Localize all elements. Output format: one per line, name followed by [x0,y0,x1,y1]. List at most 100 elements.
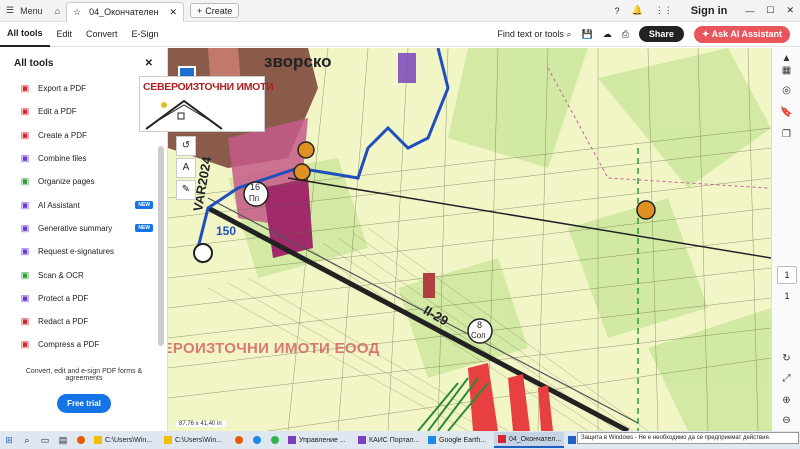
window-controls: ? 🔔 ⋮⋮ Sign in — ☐ ✕ [608,0,800,22]
page-size-status: 87,76 x 41,40 in [176,421,225,427]
create-label: Create [205,5,233,16]
page-current[interactable]: 1 [777,266,797,284]
tool-item[interactable]: ▣ Combine files [0,147,167,170]
combine-icon: ▣ [20,153,30,164]
comments-icon[interactable]: ◎ [780,84,793,97]
copy-icon[interactable]: ❐ [780,128,793,141]
tool-label: Combine files [38,154,87,164]
search-icon: ⌕ [566,28,572,39]
help-icon[interactable]: ? [608,6,625,16]
tool-label: AI Assistant [38,200,80,210]
app-icon [568,436,576,444]
menu-esign[interactable]: E-Sign [125,22,166,47]
home-icon: ⌂ [54,5,61,16]
new-badge: NEW [135,201,153,210]
draw-tool-button[interactable]: ✎ [176,180,196,200]
tool-label: Edit a PDF [38,107,77,117]
menu-all-tools[interactable]: All tools [0,22,50,47]
tool-label: Scan & OCR [38,270,84,280]
find-text-button[interactable]: Find text or tools ⌕ [497,29,571,40]
taskbar-app[interactable]: Google Earth... [424,432,494,448]
scan-icon: ▣ [20,269,30,280]
tool-item[interactable]: ▣ AI Assistant NEW [0,193,167,216]
bookmark-icon[interactable]: 🔖 [780,106,793,119]
maximize-icon[interactable]: ☐ [760,5,780,16]
pinned-app-icon[interactable] [248,431,266,449]
tool-item[interactable]: ▣ Redact a PDF [0,310,167,333]
minimize-icon[interactable]: — [739,6,760,16]
organize-icon: ▣ [20,176,30,187]
taskbar-app[interactable]: КАИС Портал... [354,432,424,448]
print-icon[interactable]: ⎙ [622,29,629,40]
menu-bar: All tools Edit Convert E-Sign Find text … [0,22,800,47]
tool-item[interactable]: ▣ Compress a PDF [0,333,167,356]
ask-ai-button[interactable]: ✦ Ask AI Assistant [693,25,790,43]
tool-label: Generative summary [38,223,113,233]
menu-label: Menu [20,5,43,16]
taskbar-app-label: C:\Users\Win... [105,436,153,444]
home-button[interactable]: ⌂ [49,0,66,22]
zoom-out-icon[interactable]: ⊖ [780,414,793,427]
panel-footer: Convert, edit and e-sign PDF forms & agr… [0,368,168,413]
menu-convert[interactable]: Convert [79,22,125,47]
panel-scrollbar[interactable] [158,146,164,346]
tool-item[interactable]: ▣ Request e-signatures [0,240,167,263]
pinned-app-icon[interactable] [230,431,248,449]
taskbar-app-label: КАИС Портал... [369,436,420,444]
fit-page-icon[interactable]: ⤢ [780,372,793,385]
document-tab[interactable]: ☆ 04_Окончателен прое... ✕ [66,1,185,22]
pinned-app-icon[interactable] [266,431,284,449]
windows-security-notice[interactable]: Защита в Windows - Не е необходимо да се… [577,432,799,444]
app-icon [253,436,261,444]
text-select-icon: A [182,162,190,173]
sign-in-button[interactable]: Sign in [679,5,740,17]
ask-ai-label: Ask AI Assistant [711,28,782,39]
tool-item[interactable]: ▣ Protect a PDF [0,287,167,310]
panel-header: All tools ✕ [0,48,167,77]
bell-icon[interactable]: 🔔 [625,5,648,16]
taskbar-app[interactable]: Управление ... [284,432,354,448]
app-icon [235,436,243,444]
taskbar-app[interactable]: C:\Users\Win... [90,432,160,448]
comment-tool-button[interactable]: ↺ [176,136,196,156]
plus-icon: + [197,5,203,16]
place-name: зворско [264,52,332,71]
apps-grid-icon[interactable]: ⋮⋮ [649,5,679,16]
app-icon [94,436,102,444]
badge-8-number: 8 [477,320,483,330]
tool-item[interactable]: ▣ Generative summary NEW [0,217,167,240]
pages-icon[interactable]: ▦ [780,64,793,77]
save-icon[interactable]: 💾 [581,29,592,40]
protect-icon: ▣ [20,292,30,303]
close-panel-icon[interactable]: ✕ [145,58,153,69]
badge-8-sub: Соп [471,331,486,340]
pinned-app-icon[interactable] [72,431,90,449]
tool-item[interactable]: ▣ Organize pages [0,170,167,193]
upload-cloud-icon[interactable]: ☁ [603,29,612,40]
taskbar-search-icon[interactable]: ⌕ [18,431,36,449]
star-icon[interactable]: ☆ [73,7,81,18]
windows-start-icon[interactable]: ⊞ [0,431,18,449]
right-toolbar: ▲ ▦ ◎ 🔖 ❐ 1 1 ↻ ⤢ ⊕ ⊖ [771,48,800,431]
taskbar-app[interactable]: C:\Users\Win... [160,432,230,448]
taskbar-app[interactable]: 04_Окончател... [494,432,564,448]
tool-item[interactable]: ▣ Scan & OCR [0,263,167,286]
refresh-icon[interactable]: ↻ [780,352,793,365]
close-tab-icon[interactable]: ✕ [169,7,177,18]
number-150: 150 [216,224,237,238]
zoom-in-icon[interactable]: ⊕ [780,394,793,407]
app-icon [271,436,279,444]
menu-button[interactable]: ☰ Menu [0,0,49,22]
create-button[interactable]: + Create [190,3,240,18]
share-button[interactable]: Share [638,26,684,42]
free-trial-button[interactable]: Free trial [57,394,111,413]
task-view-icon[interactable]: ▭ [36,431,54,449]
menu-edit[interactable]: Edit [50,22,80,47]
widgets-icon[interactable]: ▤ [54,431,72,449]
app-icon [358,436,366,444]
title-bar: ☰ Menu ⌂ ☆ 04_Окончателен прое... ✕ + Cr… [0,0,800,22]
app-icon [428,436,436,444]
taskbar-apps: C:\Users\Win... C:\Users\Win... Управление… [72,431,634,449]
text-select-tool-button[interactable]: A [176,158,196,178]
close-window-icon[interactable]: ✕ [780,5,800,16]
